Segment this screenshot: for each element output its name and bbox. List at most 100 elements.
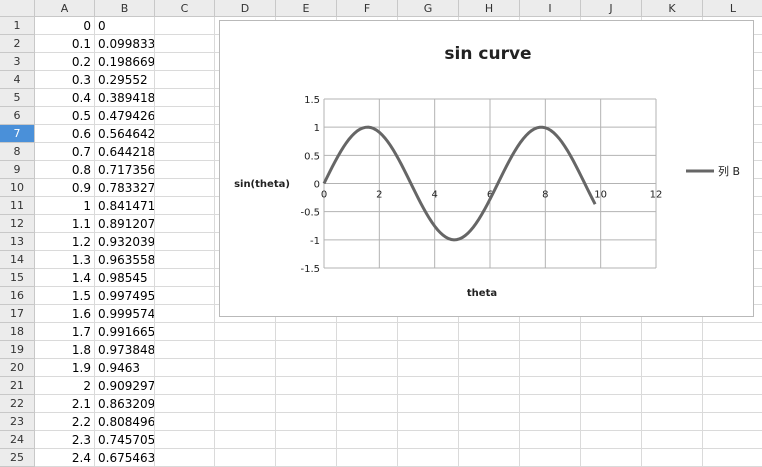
cell-empty[interactable]	[398, 341, 459, 359]
cell-a[interactable]: 1.4	[35, 269, 95, 287]
cell-empty[interactable]	[459, 395, 520, 413]
cell-empty[interactable]	[155, 17, 215, 35]
cell-b[interactable]: 0	[95, 17, 155, 35]
cell-empty[interactable]	[398, 377, 459, 395]
column-header-b[interactable]: B	[95, 0, 155, 17]
cell-b[interactable]: 0.099833	[95, 35, 155, 53]
row-header[interactable]: 25	[0, 449, 35, 467]
cell-a[interactable]: 1.7	[35, 323, 95, 341]
row-header[interactable]: 2	[0, 35, 35, 53]
cell-empty[interactable]	[520, 395, 581, 413]
cell-empty[interactable]	[337, 323, 398, 341]
cell-empty[interactable]	[276, 395, 337, 413]
cell-empty[interactable]	[276, 359, 337, 377]
cell-empty[interactable]	[398, 413, 459, 431]
cell-empty[interactable]	[581, 449, 642, 467]
column-header-j[interactable]: J	[581, 0, 642, 17]
cell-empty[interactable]	[581, 323, 642, 341]
row-header[interactable]: 23	[0, 413, 35, 431]
cell-empty[interactable]	[155, 35, 215, 53]
cell-empty[interactable]	[337, 413, 398, 431]
column-header-l[interactable]: L	[703, 0, 762, 17]
row-header[interactable]: 21	[0, 377, 35, 395]
cell-empty[interactable]	[215, 359, 276, 377]
cell-a[interactable]: 2	[35, 377, 95, 395]
cell-empty[interactable]	[155, 269, 215, 287]
row-header[interactable]: 17	[0, 305, 35, 323]
cell-empty[interactable]	[581, 341, 642, 359]
cell-a[interactable]: 0.5	[35, 107, 95, 125]
cell-empty[interactable]	[520, 431, 581, 449]
row-header[interactable]: 4	[0, 71, 35, 89]
cell-empty[interactable]	[155, 377, 215, 395]
cell-empty[interactable]	[155, 395, 215, 413]
row-header[interactable]: 5	[0, 89, 35, 107]
cell-empty[interactable]	[337, 431, 398, 449]
cell-empty[interactable]	[459, 431, 520, 449]
cell-empty[interactable]	[703, 449, 762, 467]
column-header-f[interactable]: F	[337, 0, 398, 17]
row-header[interactable]: 3	[0, 53, 35, 71]
row-header[interactable]: 6	[0, 107, 35, 125]
cell-b[interactable]: 0.808496	[95, 413, 155, 431]
cell-empty[interactable]	[155, 323, 215, 341]
cell-empty[interactable]	[520, 377, 581, 395]
cell-b[interactable]: 0.29552	[95, 71, 155, 89]
cell-b[interactable]: 0.997495	[95, 287, 155, 305]
cell-empty[interactable]	[703, 323, 762, 341]
cell-empty[interactable]	[520, 323, 581, 341]
cell-empty[interactable]	[155, 71, 215, 89]
cell-empty[interactable]	[520, 413, 581, 431]
cell-empty[interactable]	[155, 449, 215, 467]
row-header[interactable]: 18	[0, 323, 35, 341]
cell-b[interactable]: 0.564642	[95, 125, 155, 143]
cell-empty[interactable]	[398, 449, 459, 467]
cell-empty[interactable]	[642, 449, 703, 467]
cell-b[interactable]: 0.745705	[95, 431, 155, 449]
cell-empty[interactable]	[703, 431, 762, 449]
column-header-c[interactable]: C	[155, 0, 215, 17]
cell-empty[interactable]	[155, 215, 215, 233]
cell-a[interactable]: 1.8	[35, 341, 95, 359]
cell-empty[interactable]	[581, 377, 642, 395]
cell-b[interactable]: 0.479426	[95, 107, 155, 125]
cell-a[interactable]: 0.9	[35, 179, 95, 197]
cell-b[interactable]: 0.973848	[95, 341, 155, 359]
column-header-k[interactable]: K	[642, 0, 703, 17]
cell-empty[interactable]	[398, 395, 459, 413]
cell-empty[interactable]	[337, 341, 398, 359]
cell-empty[interactable]	[642, 395, 703, 413]
row-header[interactable]: 24	[0, 431, 35, 449]
row-header[interactable]: 12	[0, 215, 35, 233]
cell-a[interactable]: 0.7	[35, 143, 95, 161]
cell-empty[interactable]	[642, 341, 703, 359]
cell-empty[interactable]	[337, 377, 398, 395]
cell-a[interactable]: 1.6	[35, 305, 95, 323]
cell-empty[interactable]	[642, 431, 703, 449]
cell-a[interactable]: 1.1	[35, 215, 95, 233]
cell-a[interactable]: 1.9	[35, 359, 95, 377]
row-header[interactable]: 10	[0, 179, 35, 197]
column-header-i[interactable]: I	[520, 0, 581, 17]
cell-empty[interactable]	[155, 197, 215, 215]
cell-a[interactable]: 2.2	[35, 413, 95, 431]
cell-empty[interactable]	[155, 89, 215, 107]
cell-empty[interactable]	[155, 143, 215, 161]
cell-b[interactable]: 0.783327	[95, 179, 155, 197]
row-header[interactable]: 1	[0, 17, 35, 35]
row-header[interactable]: 8	[0, 143, 35, 161]
cell-b[interactable]: 0.198669	[95, 53, 155, 71]
cell-empty[interactable]	[703, 377, 762, 395]
cell-empty[interactable]	[215, 395, 276, 413]
row-header[interactable]: 20	[0, 359, 35, 377]
cell-empty[interactable]	[155, 233, 215, 251]
cell-empty[interactable]	[155, 179, 215, 197]
cell-a[interactable]: 1.3	[35, 251, 95, 269]
cell-empty[interactable]	[155, 251, 215, 269]
cell-b[interactable]: 0.98545	[95, 269, 155, 287]
cell-empty[interactable]	[703, 395, 762, 413]
cell-empty[interactable]	[459, 377, 520, 395]
column-header-g[interactable]: G	[398, 0, 459, 17]
cell-empty[interactable]	[398, 323, 459, 341]
cell-b[interactable]: 0.863209	[95, 395, 155, 413]
